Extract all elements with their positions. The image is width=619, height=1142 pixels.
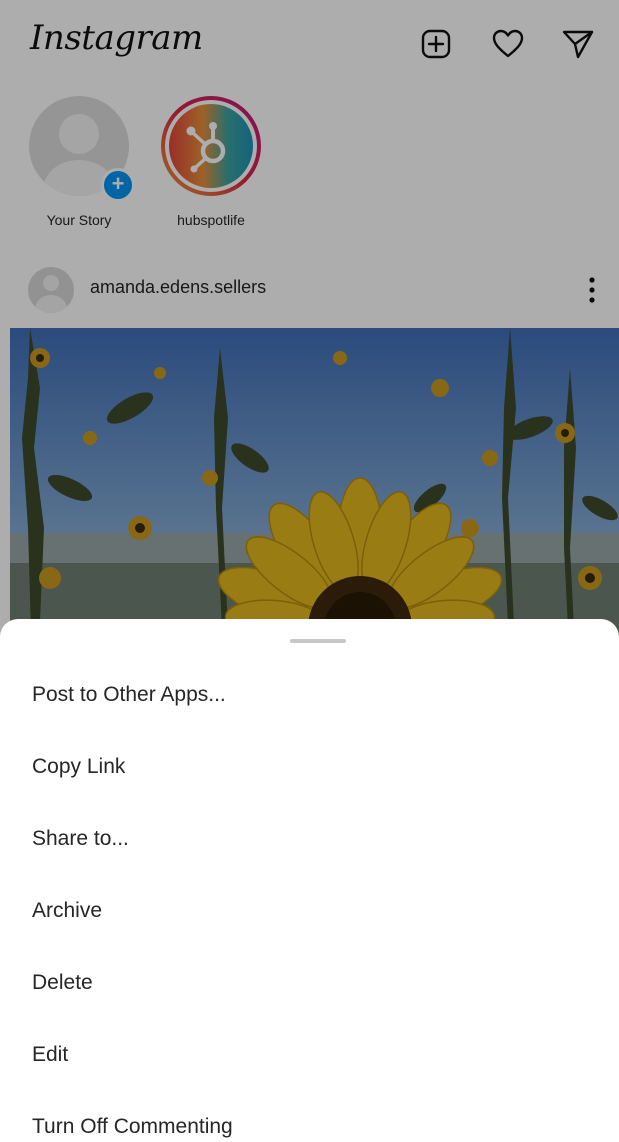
sheet-drag-handle[interactable] [290,639,346,643]
menu-item-label: Copy Link [32,755,126,778]
menu-item-label: Edit [32,1043,69,1066]
menu-item-turn-off-commenting[interactable]: Turn Off Commenting [0,1093,619,1142]
menu-item-copy-link[interactable]: Copy Link [0,733,619,805]
menu-item-post-to-other-apps[interactable]: Post to Other Apps... [0,661,619,733]
feed: Instagram + Your Story hubspotlife amand… [0,0,619,668]
options-bottom-sheet: Post to Other Apps... Copy Link Share to… [0,619,619,1142]
dim-overlay[interactable] [0,0,619,660]
menu-item-share-to[interactable]: Share to... [0,805,619,877]
menu-item-archive[interactable]: Archive [0,877,619,949]
menu-item-delete[interactable]: Delete [0,949,619,1021]
menu-item-label: Post to Other Apps... [32,683,226,706]
menu-item-label: Archive [32,899,103,922]
menu-item-label: Turn Off Commenting [32,1115,233,1138]
menu-item-label: Share to... [32,827,129,850]
menu-item-label: Delete [32,971,93,994]
screen: Instagram + Your Story hubspotlife amand… [0,0,619,1142]
menu-item-edit[interactable]: Edit [0,1021,619,1093]
